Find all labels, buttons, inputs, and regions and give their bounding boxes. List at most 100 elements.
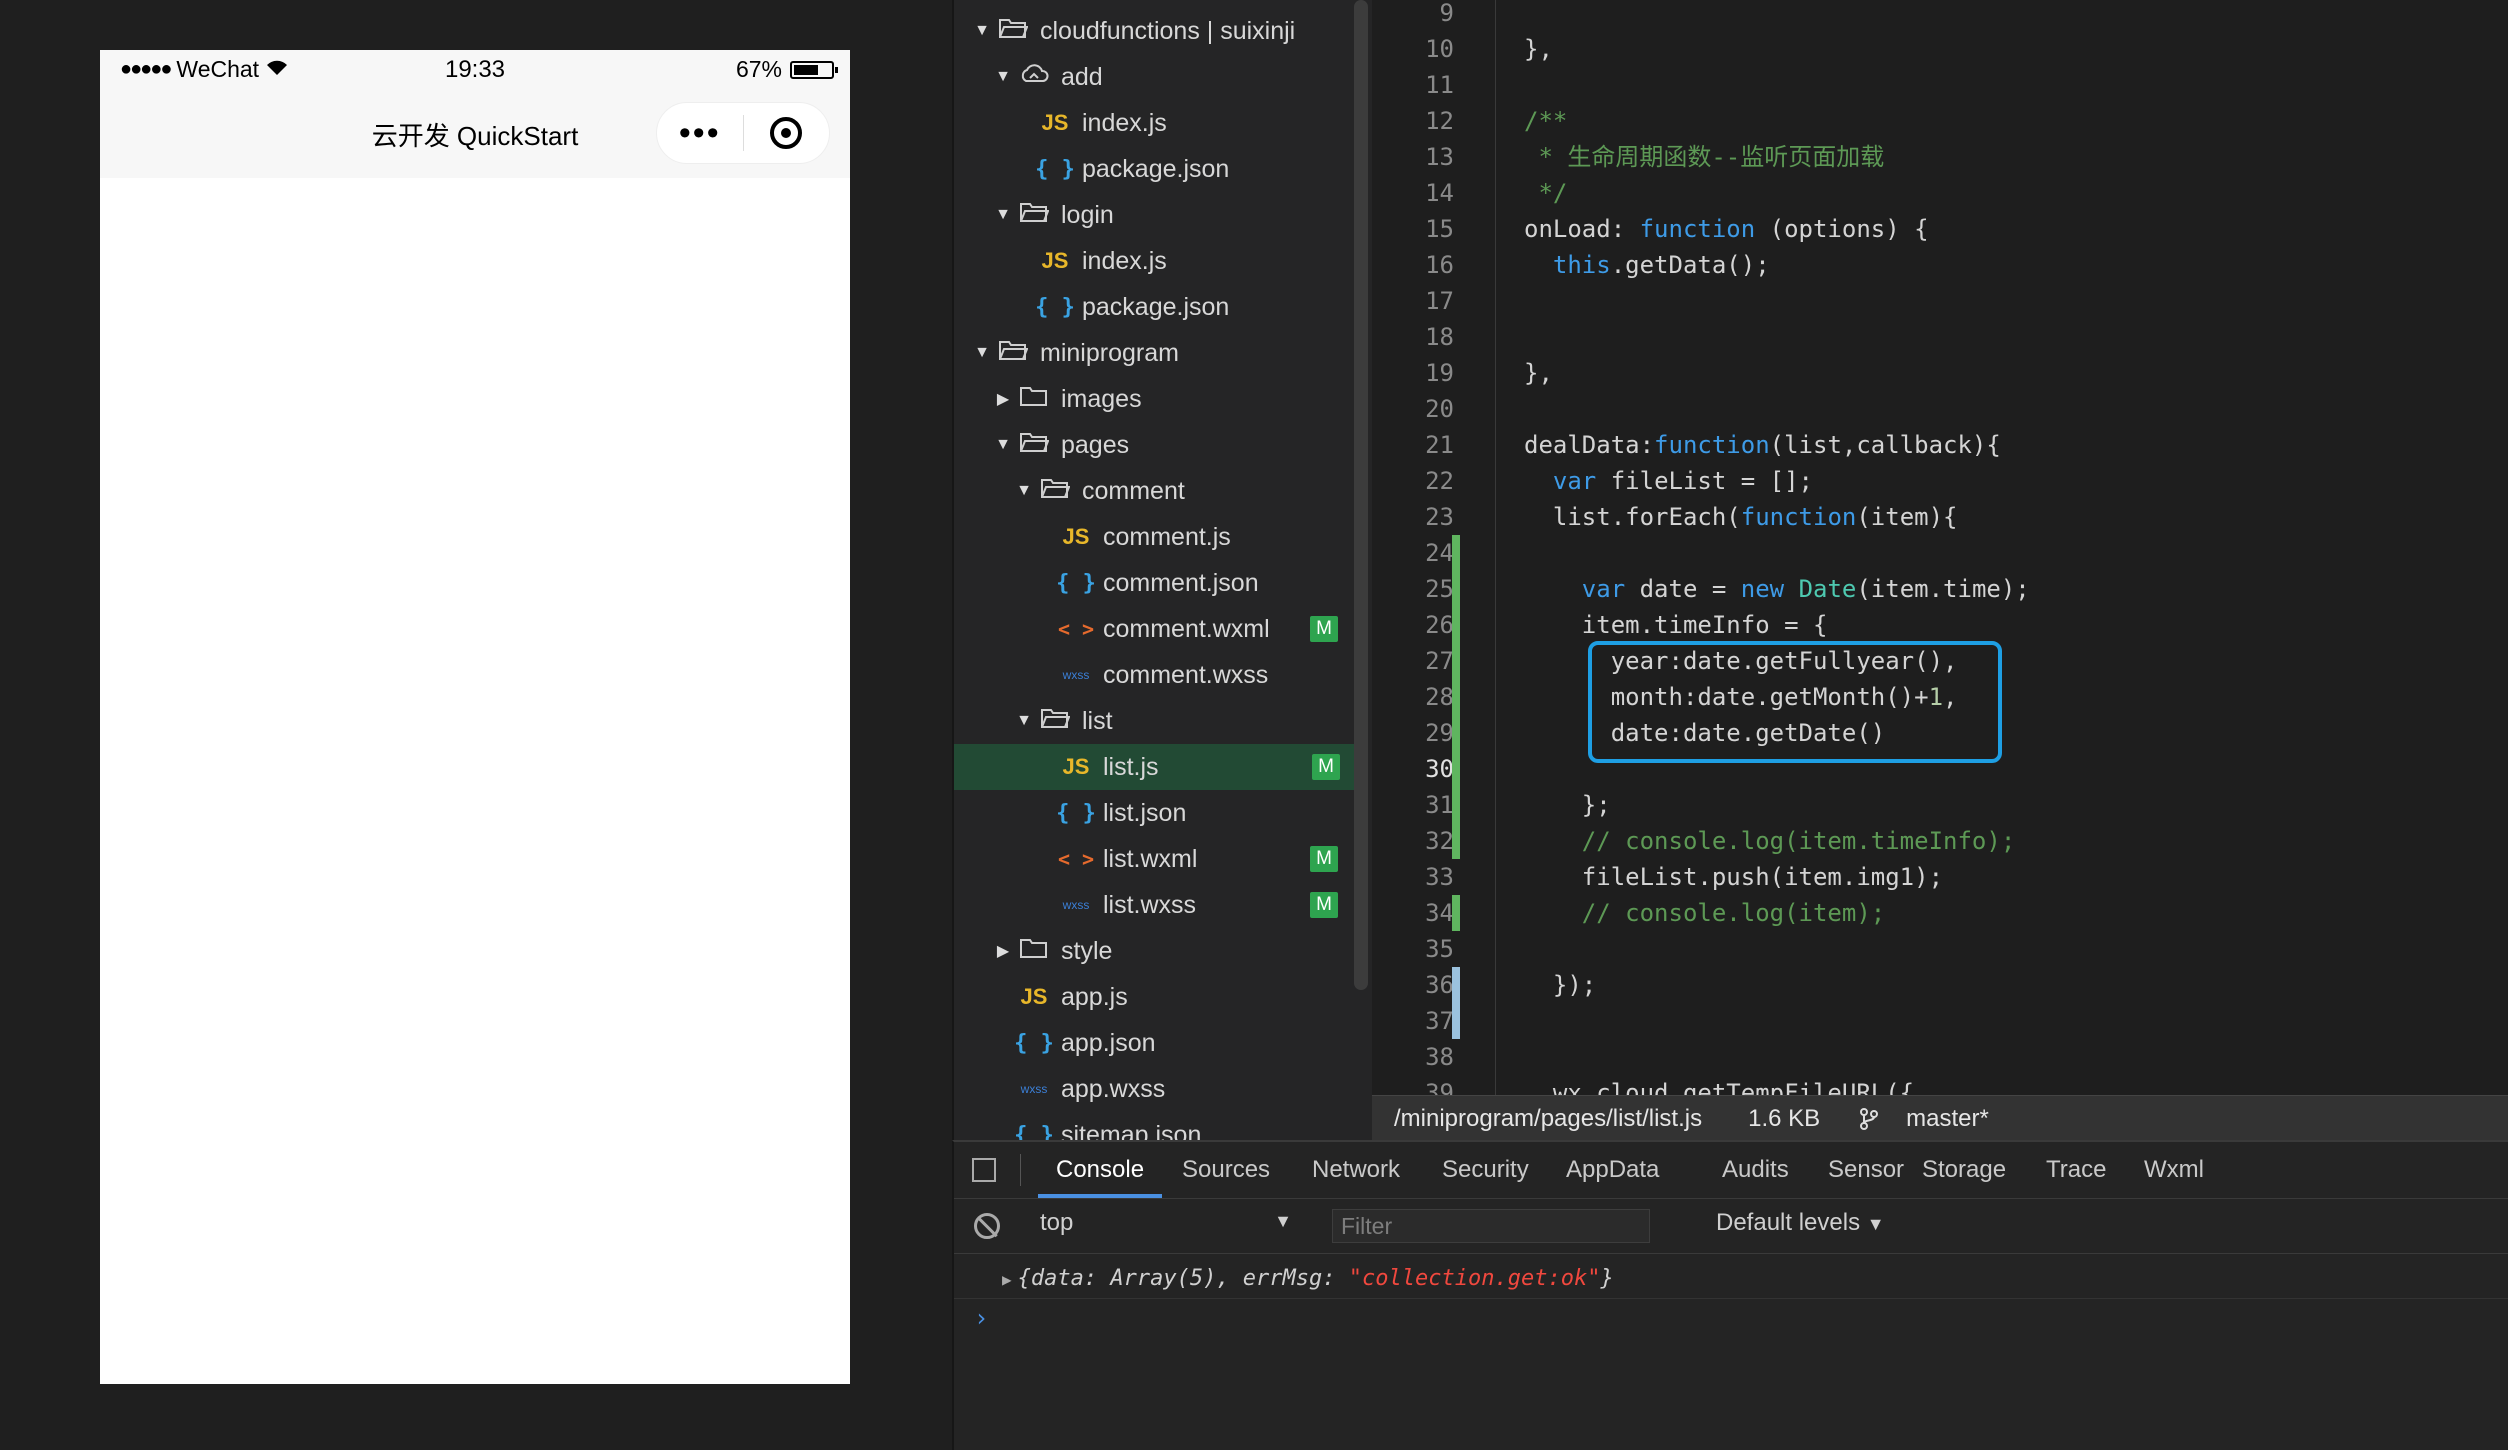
tab-sources[interactable]: Sources xyxy=(1182,1156,1270,1184)
code-line[interactable]: /** xyxy=(1524,103,1567,139)
file-tree-item[interactable]: ▼ miniprogram xyxy=(954,330,1354,376)
cloud-folder-icon xyxy=(1013,63,1055,91)
inspect-element-icon[interactable] xyxy=(972,1158,996,1182)
js-file-icon: JS xyxy=(1041,110,1069,135)
file-tree-label: app.json xyxy=(1061,1028,1156,1057)
file-tree-item[interactable]: ▼ login xyxy=(954,192,1354,238)
console-log-entry[interactable]: ▶ {data: Array(5), errMsg: "collection.ge… xyxy=(1002,1266,1614,1291)
code-line[interactable]: onLoad: function (options) { xyxy=(1524,211,1929,247)
tab-wxml[interactable]: Wxml xyxy=(2144,1156,2204,1184)
file-tree-item[interactable]: JS index.js xyxy=(954,100,1354,146)
file-tree-item[interactable]: ▼ pages xyxy=(954,422,1354,468)
file-tree-item[interactable]: ▶ images xyxy=(954,376,1354,422)
file-tree-item[interactable]: ▼ comment xyxy=(954,468,1354,514)
git-branch[interactable]: master* xyxy=(1860,1105,1989,1133)
code-line[interactable]: item.timeInfo = { xyxy=(1524,607,1828,643)
code-line[interactable]: */ xyxy=(1524,175,1567,211)
code-line[interactable]: }; xyxy=(1524,787,1611,823)
code-line[interactable]: dealData:function(list,callback){ xyxy=(1524,427,2001,463)
line-number: 28 xyxy=(1425,683,1454,711)
file-tree-item[interactable]: { } list.json xyxy=(954,790,1354,836)
file-tree-item[interactable]: JS app.js xyxy=(954,974,1354,1020)
tab-console[interactable]: Console xyxy=(1056,1156,1144,1184)
devtools-panel: Console Sources Network Security AppData Audi… xyxy=(952,1140,2508,1450)
file-explorer-scrollbar[interactable] xyxy=(1354,0,1368,990)
file-tree-item[interactable]: wxss list.wxss M xyxy=(954,882,1354,928)
code-editor[interactable]: 9 10}, 11 12 /** 13 * 生命周期函数--监听页面加载 14 */ 15 on… xyxy=(1372,0,2508,1095)
console-toolbar: top ▼ Default levels ▼ xyxy=(954,1199,2508,1254)
file-tree-item[interactable]: JS index.js xyxy=(954,238,1354,284)
context-select[interactable]: top ▼ xyxy=(1040,1209,1306,1243)
code-line[interactable]: }); xyxy=(1524,967,1596,1003)
code-line[interactable]: // console.log(item.timeInfo); xyxy=(1524,823,2015,859)
filter-input[interactable] xyxy=(1332,1209,1650,1243)
chevron-down-icon[interactable]: ▼ xyxy=(972,22,992,40)
chevron-right-icon[interactable]: ▶ xyxy=(993,389,1013,409)
file-tree-item[interactable]: ▼ list xyxy=(954,698,1354,744)
code-line[interactable]: list.forEach(function(item){ xyxy=(1524,499,1958,535)
file-tree-item[interactable]: { } sitemap.json xyxy=(954,1112,1354,1141)
chevron-down-icon[interactable]: ▼ xyxy=(993,68,1013,86)
branch-icon xyxy=(1860,1107,1879,1130)
folder-icon xyxy=(1013,937,1055,965)
tab-trace[interactable]: Trace xyxy=(2046,1156,2106,1184)
code-line[interactable]: fileList.push(item.img1); xyxy=(1524,859,1943,895)
git-added-marker xyxy=(1452,823,1460,859)
code-line[interactable]: this.getData(); xyxy=(1524,247,1770,283)
file-tree-item[interactable]: < > comment.wxml M xyxy=(954,606,1354,652)
editor-status-bar: /miniprogram/pages/list/list.js 1.6 KB m… xyxy=(1372,1095,2508,1141)
chevron-right-icon[interactable]: ▶ xyxy=(993,941,1013,961)
file-tree-item[interactable]: JS comment.js xyxy=(954,514,1354,560)
file-tree-label: comment xyxy=(1082,476,1185,505)
file-tree-item[interactable]: ▼ cloudfunctions | suixinji xyxy=(954,8,1354,54)
folder-open-icon xyxy=(992,339,1034,367)
chevron-down-icon[interactable]: ▼ xyxy=(1014,482,1034,500)
code-line[interactable]: }, xyxy=(1524,31,1553,67)
line-number: 38 xyxy=(1425,1043,1454,1071)
file-tree-item[interactable]: JS list.js M xyxy=(954,744,1356,790)
tab-storage[interactable]: Storage xyxy=(1922,1156,2006,1184)
code-line[interactable]: var date = new Date(item.time); xyxy=(1524,571,2030,607)
battery-percent: 67% xyxy=(735,56,782,82)
branch-label: master* xyxy=(1906,1104,1989,1132)
file-tree-item[interactable]: { } app.json xyxy=(954,1020,1354,1066)
code-line[interactable]: wx.cloud.getTempFileURL({ xyxy=(1524,1075,1914,1095)
tab-security[interactable]: Security xyxy=(1442,1156,1529,1184)
file-tree-label: index.js xyxy=(1082,108,1167,137)
file-tree-label: package.json xyxy=(1082,154,1230,183)
tab-audits[interactable]: Audits xyxy=(1722,1156,1789,1184)
log-levels-select[interactable]: Default levels ▼ xyxy=(1716,1209,1885,1237)
file-tree-item[interactable]: { } comment.json xyxy=(954,560,1354,606)
file-tree-item[interactable]: ▼ add xyxy=(954,54,1354,100)
file-tree-label: app.wxss xyxy=(1061,1074,1166,1103)
file-tree-item[interactable]: { } package.json xyxy=(954,146,1354,192)
chevron-down-icon[interactable]: ▼ xyxy=(993,206,1013,224)
tab-network[interactable]: Network xyxy=(1312,1156,1400,1184)
file-tree-item[interactable]: wxss comment.wxss xyxy=(954,652,1354,698)
tab-sensor[interactable]: Sensor xyxy=(1828,1156,1904,1184)
file-path[interactable]: /miniprogram/pages/list/list.js xyxy=(1394,1105,1702,1133)
tab-appdata[interactable]: AppData xyxy=(1566,1156,1659,1184)
line-number: 14 xyxy=(1425,179,1454,207)
expand-arrow-icon[interactable]: ▶ xyxy=(1002,1270,1012,1289)
chevron-down-icon[interactable]: ▼ xyxy=(972,344,992,362)
code-line[interactable]: // console.log(item); xyxy=(1524,895,1885,931)
file-tree-item[interactable]: wxss app.wxss xyxy=(954,1066,1354,1112)
console-prompt[interactable]: › xyxy=(974,1304,988,1332)
line-number: 10 xyxy=(1425,35,1454,63)
git-added-marker xyxy=(1452,643,1460,679)
file-tree-label: comment.json xyxy=(1103,568,1259,597)
file-tree-item[interactable]: ▶ style xyxy=(954,928,1354,974)
chevron-down-icon[interactable]: ▼ xyxy=(1014,712,1034,730)
file-tree-item[interactable]: { } package.json xyxy=(954,284,1354,330)
close-miniprogram-button[interactable] xyxy=(744,117,830,149)
code-line[interactable]: }, xyxy=(1524,355,1553,391)
chevron-down-icon[interactable]: ▼ xyxy=(993,436,1013,454)
line-number: 25 xyxy=(1425,575,1454,603)
clear-console-icon[interactable] xyxy=(974,1213,1000,1239)
code-line[interactable]: var fileList = []; xyxy=(1524,463,1813,499)
file-tree-item[interactable]: < > list.wxml M xyxy=(954,836,1354,882)
more-icon[interactable]: ••• xyxy=(657,102,743,164)
file-tree-label: list.wxss xyxy=(1103,890,1197,919)
code-line[interactable]: * 生命周期函数--监听页面加载 xyxy=(1524,139,1884,175)
